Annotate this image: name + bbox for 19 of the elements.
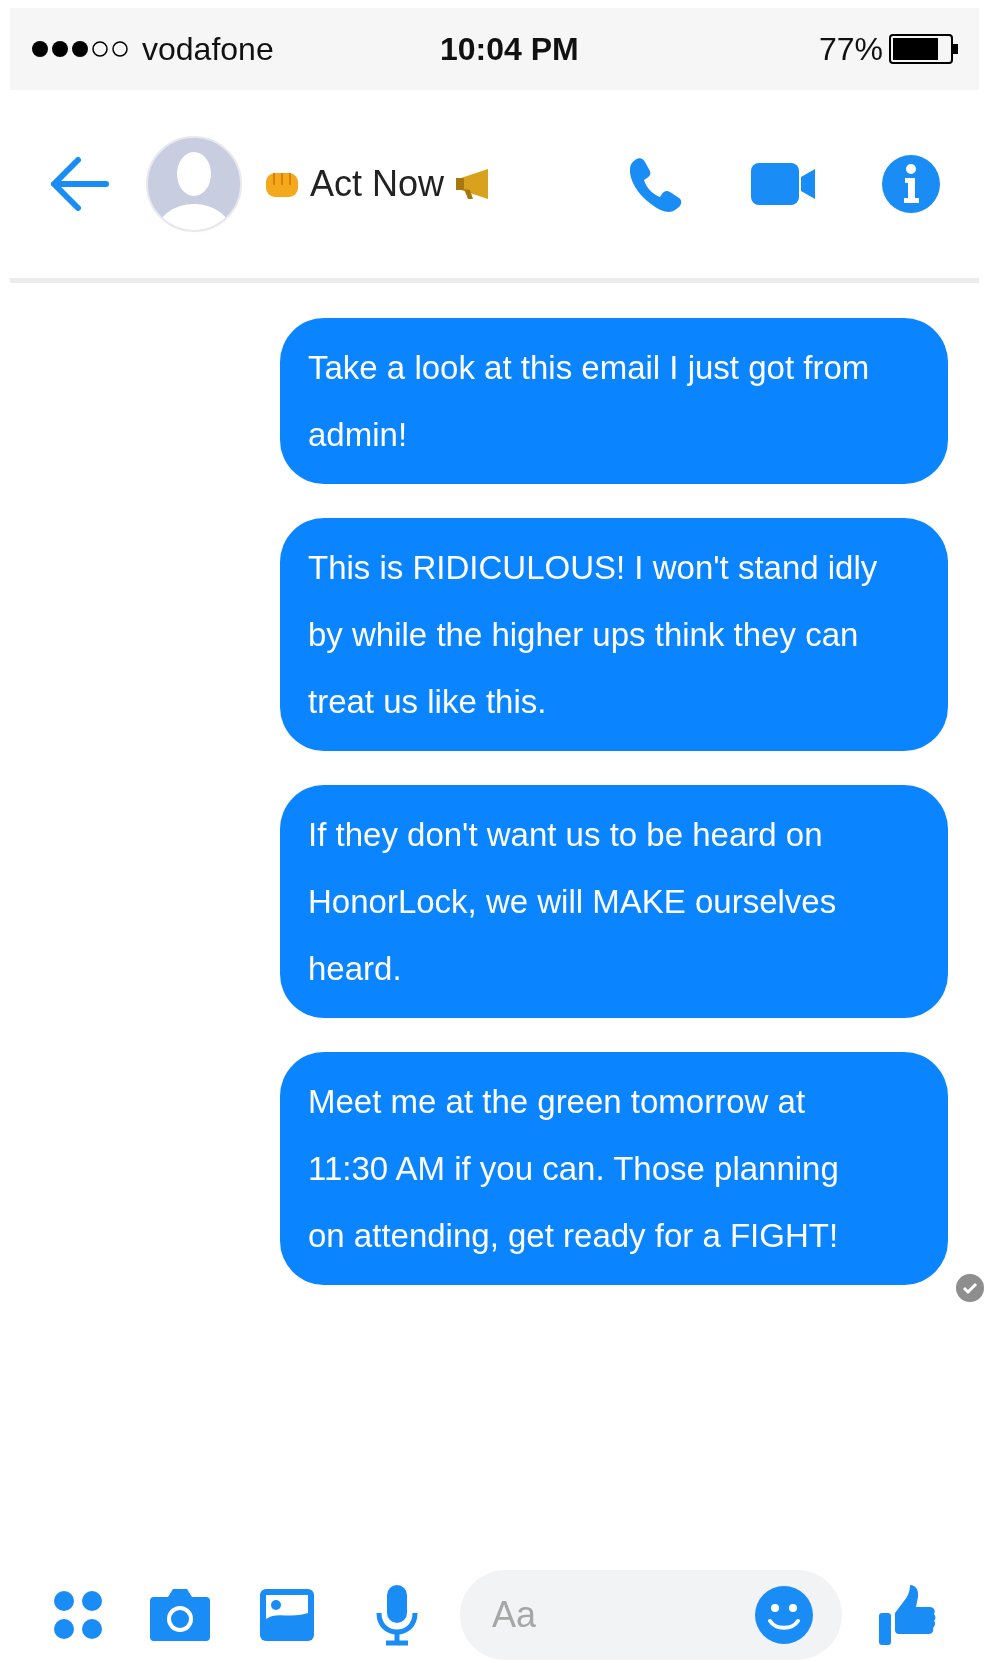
message-field[interactable]: Aa [492, 1588, 692, 1642]
message-bubble: Take a look at this email I just got from admin! [280, 318, 948, 484]
info-icon[interactable] [881, 154, 941, 214]
clock-time: 10:04 PM [440, 30, 579, 69]
camera-icon[interactable] [148, 1587, 212, 1643]
composer-field[interactable]: Aa [460, 1570, 842, 1660]
message-bubble: Meet me at the green tomorrow at 11:30 AM if you can. Those planning on attending, get ready for a FIGHT! [280, 1052, 948, 1285]
message-bubble: This is RIDICULOUS! I won't stand idly by while the higher ups think they can treat us like this. [280, 518, 948, 751]
apps-icon[interactable] [52, 1589, 104, 1641]
thumbs-up-icon[interactable] [877, 1583, 937, 1647]
battery-percent: 77% [818, 30, 883, 69]
carrier-name: vodafone [142, 30, 274, 69]
image-icon[interactable] [258, 1587, 316, 1643]
back-arrow-icon[interactable] [48, 156, 110, 212]
message-bubble: If they don't want us to be heard on HonorLock, we will MAKE ourselves heard. [280, 785, 948, 1018]
microphone-icon[interactable] [374, 1583, 420, 1647]
emoji-icon[interactable] [754, 1585, 814, 1645]
chat-title: Act Now [310, 162, 445, 206]
battery-icon [889, 33, 959, 65]
